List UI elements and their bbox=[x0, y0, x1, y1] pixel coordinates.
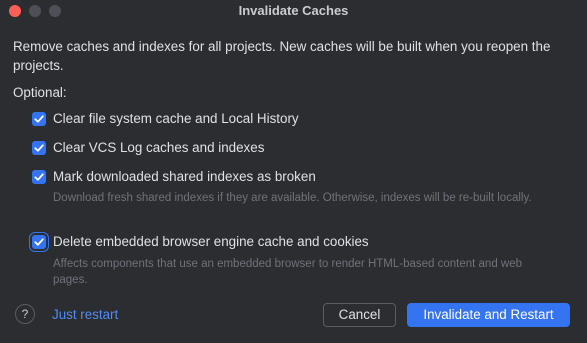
option-label: Delete embedded browser engine cache and… bbox=[53, 234, 369, 249]
just-restart-link[interactable]: Just restart bbox=[52, 307, 118, 322]
checkbox-checked[interactable] bbox=[32, 170, 46, 184]
dialog-title: Invalidate Caches bbox=[238, 3, 349, 18]
checkbox-checked[interactable] bbox=[32, 141, 46, 155]
option-label: Clear VCS Log caches and indexes bbox=[53, 140, 265, 155]
checkmark-icon bbox=[34, 173, 44, 181]
option-hint: Download fresh shared indexes if they ar… bbox=[53, 192, 532, 204]
optional-section-label: Optional: bbox=[13, 85, 67, 100]
description-text: Remove caches and indexes for all projec… bbox=[13, 39, 551, 73]
option-label: Clear file system cache and Local Histor… bbox=[53, 111, 299, 126]
title-bar: Invalidate Caches bbox=[0, 0, 587, 22]
option-label: Mark downloaded shared indexes as broken bbox=[53, 169, 316, 184]
invalidate-and-restart-button[interactable]: Invalidate and Restart bbox=[407, 303, 570, 327]
checkmark-icon bbox=[34, 115, 44, 123]
checkbox-checked[interactable] bbox=[32, 235, 46, 249]
checkmark-icon bbox=[34, 238, 44, 246]
checkmark-icon bbox=[34, 144, 44, 152]
help-icon[interactable]: ? bbox=[15, 304, 35, 324]
checkbox-checked[interactable] bbox=[32, 112, 46, 126]
cancel-button[interactable]: Cancel bbox=[323, 303, 396, 327]
invalidate-caches-dialog: Invalidate Caches Remove caches and inde… bbox=[0, 0, 587, 343]
option-hint: Affects components that use an embedded … bbox=[53, 258, 523, 286]
